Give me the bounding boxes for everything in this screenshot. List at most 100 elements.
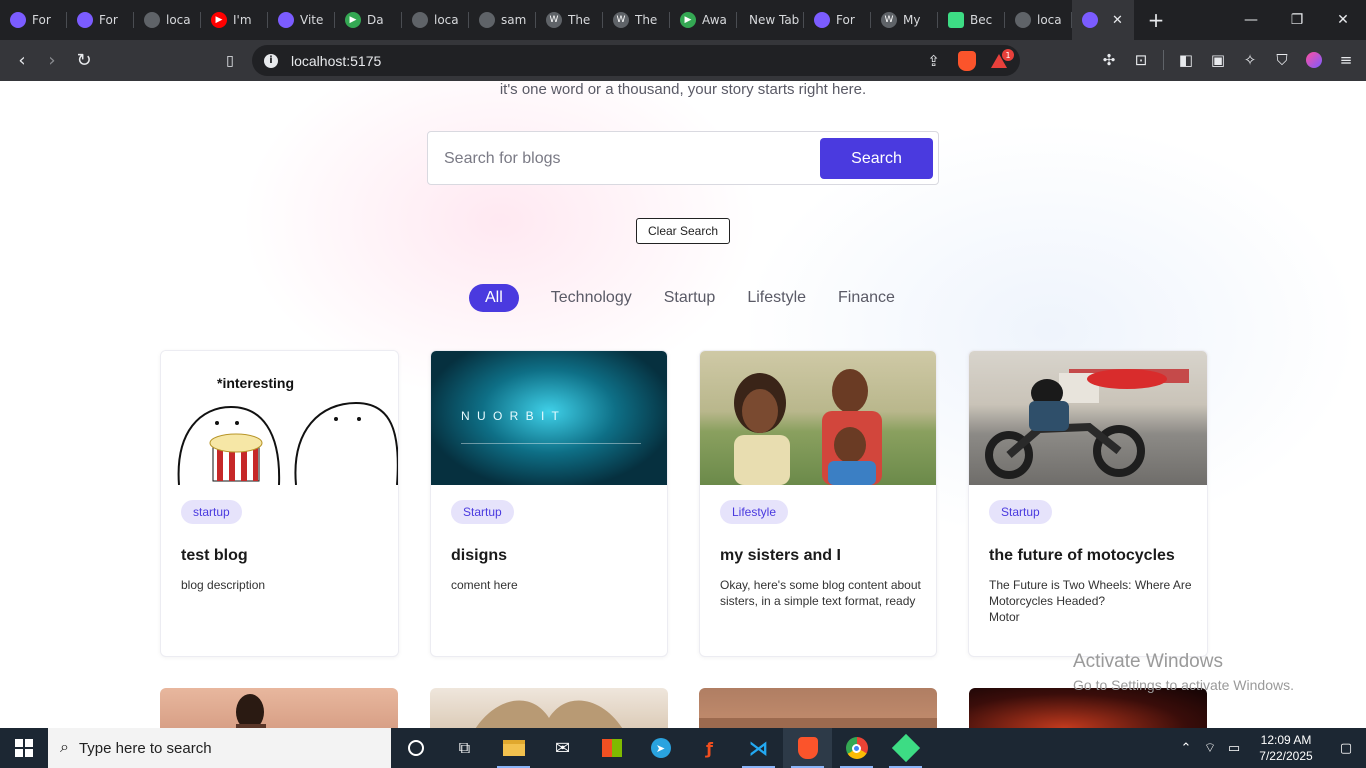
browser-tab[interactable]: loca [134,0,201,40]
blog-title[interactable]: the future of motocycles [989,547,1175,565]
blog-card[interactable]: Startup the future of motocycles The Fut… [968,350,1208,657]
search-form: Search [427,131,939,185]
portrait-photo-icon [236,694,266,728]
browser-tab[interactable]: New Tab [737,0,804,40]
category-startup[interactable]: Startup [648,284,732,312]
vpn-icon[interactable]: ⛉ [1272,50,1292,70]
new-tab-icon[interactable]: + [1138,8,1174,32]
blog-title[interactable]: disigns [451,547,507,565]
category-finance[interactable]: Finance [822,284,911,312]
blog-card-partial[interactable] [969,688,1207,728]
browser-tab[interactable]: loca [402,0,469,40]
store-icon[interactable] [587,728,636,768]
vite-favicon-icon [814,12,830,28]
url-text[interactable]: localhost:5175 [291,53,381,69]
browser-tab[interactable]: loca [1005,0,1072,40]
globe-favicon-icon [1015,12,1031,28]
sidebar-icon[interactable]: ◧ [1176,50,1196,70]
blog-image-website-design: N U O R B I T [431,351,667,485]
blog-description: The Future is Two Wheels: Where Are Moto… [989,578,1192,624]
leo-ai-icon[interactable]: ✧ [1240,50,1260,70]
browser-tab[interactable]: Vite [268,0,335,40]
extensions-icon[interactable]: ✣ [1099,50,1119,70]
blog-title[interactable]: test blog [181,547,248,565]
close-tab-icon[interactable]: ✕ [1112,13,1123,28]
blog-card-partial[interactable] [430,688,668,728]
notifications-icon[interactable]: ▢ [1326,741,1366,756]
blog-description: blog description [181,578,266,592]
windows-taskbar: ⌕ Type here to search ⧉ ✉ ➤ ƒ ⋊ ⌃ ⌔ ▭ 12… [0,728,1366,768]
browser-tab[interactable]: For [0,0,67,40]
taskbar-search-box[interactable]: ⌕ Type here to search [48,728,391,768]
profile-icon[interactable] [1304,50,1324,70]
browser-tab[interactable]: Bec [938,0,1005,40]
back-icon[interactable]: ‹ [7,46,37,76]
menu-icon[interactable]: ≡ [1336,50,1356,70]
address-bar[interactable]: i localhost:5175 ⇪ 1 [252,45,1020,76]
globe-favicon-icon [412,12,428,28]
restore-icon[interactable]: ❐ [1274,0,1320,40]
search-button[interactable]: Search [820,138,933,179]
brave-shields-icon[interactable] [958,50,976,71]
share-icon[interactable]: ⇪ [927,52,940,70]
vscode-icon[interactable]: ⋊ [734,728,783,768]
browser-tab[interactable]: W The [603,0,670,40]
wings-illustration-icon [475,700,623,728]
clear-search-button[interactable]: Clear Search [636,218,730,244]
brave-browser-icon[interactable] [783,728,832,768]
category-badge: startup [181,500,242,524]
browser-tab[interactable]: ▶ Awa [670,0,737,40]
category-technology[interactable]: Technology [535,284,648,312]
wordpress-favicon-icon: W [613,12,629,28]
minimize-icon[interactable]: — [1228,0,1274,40]
blog-card[interactable]: Lifestyle my sisters and I Okay, here's … [699,350,937,657]
blog-card[interactable]: *interesting startup test blog blog desc… [160,350,399,657]
close-window-icon[interactable]: ✕ [1320,0,1366,40]
page-viewport: it's one word or a thousand, your story … [0,81,1366,728]
category-lifestyle[interactable]: Lifestyle [731,284,822,312]
blog-card-partial[interactable] [160,688,398,728]
category-all[interactable]: All [469,284,519,312]
blog-card-partial[interactable] [699,688,937,728]
blog-image-motorcycle [969,351,1207,485]
activate-windows-watermark: Activate Windows Go to Settings to activ… [1073,651,1294,693]
blog-card[interactable]: N U O R B I T Startup disigns coment her… [430,350,668,657]
browser-tab[interactable]: ▶ Da [335,0,402,40]
clock[interactable]: 12:09 AM 7/22/2025 [1246,732,1326,764]
browser-tab[interactable]: ▶ I'm [201,0,268,40]
image-nav-strip [461,443,641,449]
mail-icon[interactable]: ✉ [538,728,587,768]
browser-tab[interactable]: For [804,0,871,40]
windows-start-icon[interactable] [0,728,48,768]
site-info-icon[interactable]: i [264,53,278,68]
file-explorer-icon[interactable] [489,728,538,768]
extension-icons: ✣ ⊡ ◧ ▣ ✧ ⛉ ≡ [1099,50,1356,70]
chevron-up-icon[interactable]: ⌃ [1174,741,1198,756]
forward-icon[interactable]: › [37,46,67,76]
browser-tab[interactable]: sam [469,0,536,40]
network-icon[interactable]: ⌔ [1198,740,1222,756]
cortana-icon[interactable] [391,728,440,768]
wallet-icon[interactable]: ▣ [1208,50,1228,70]
browser-tab[interactable]: W The [536,0,603,40]
browser-tab[interactable]: For [67,0,134,40]
hero-tagline: it's one word or a thousand, your story … [499,81,867,98]
blog-title[interactable]: my sisters and I [720,547,841,565]
app-icon[interactable] [881,728,930,768]
browser-tab[interactable]: W My [871,0,938,40]
blog-image-meme: *interesting [161,351,398,485]
vite-favicon-icon [77,12,93,28]
browser-tab-active[interactable]: ✕ [1072,0,1134,40]
reload-icon[interactable]: ↻ [69,46,99,76]
task-view-icon[interactable]: ⧉ [440,728,489,768]
battery-icon[interactable]: ▭ [1222,741,1246,756]
telegram-icon[interactable]: ➤ [636,728,685,768]
bookmark-icon[interactable]: ▯ [215,46,245,76]
clock-time: 12:09 AM [1260,733,1312,747]
tab-search-icon[interactable]: ⊡ [1131,50,1151,70]
chrome-icon[interactable] [832,728,881,768]
watermark-subtitle: Go to Settings to activate Windows. [1073,677,1294,693]
search-input[interactable] [444,146,804,172]
children-illustration-icon [734,369,882,485]
figma-icon[interactable]: ƒ [685,728,734,768]
